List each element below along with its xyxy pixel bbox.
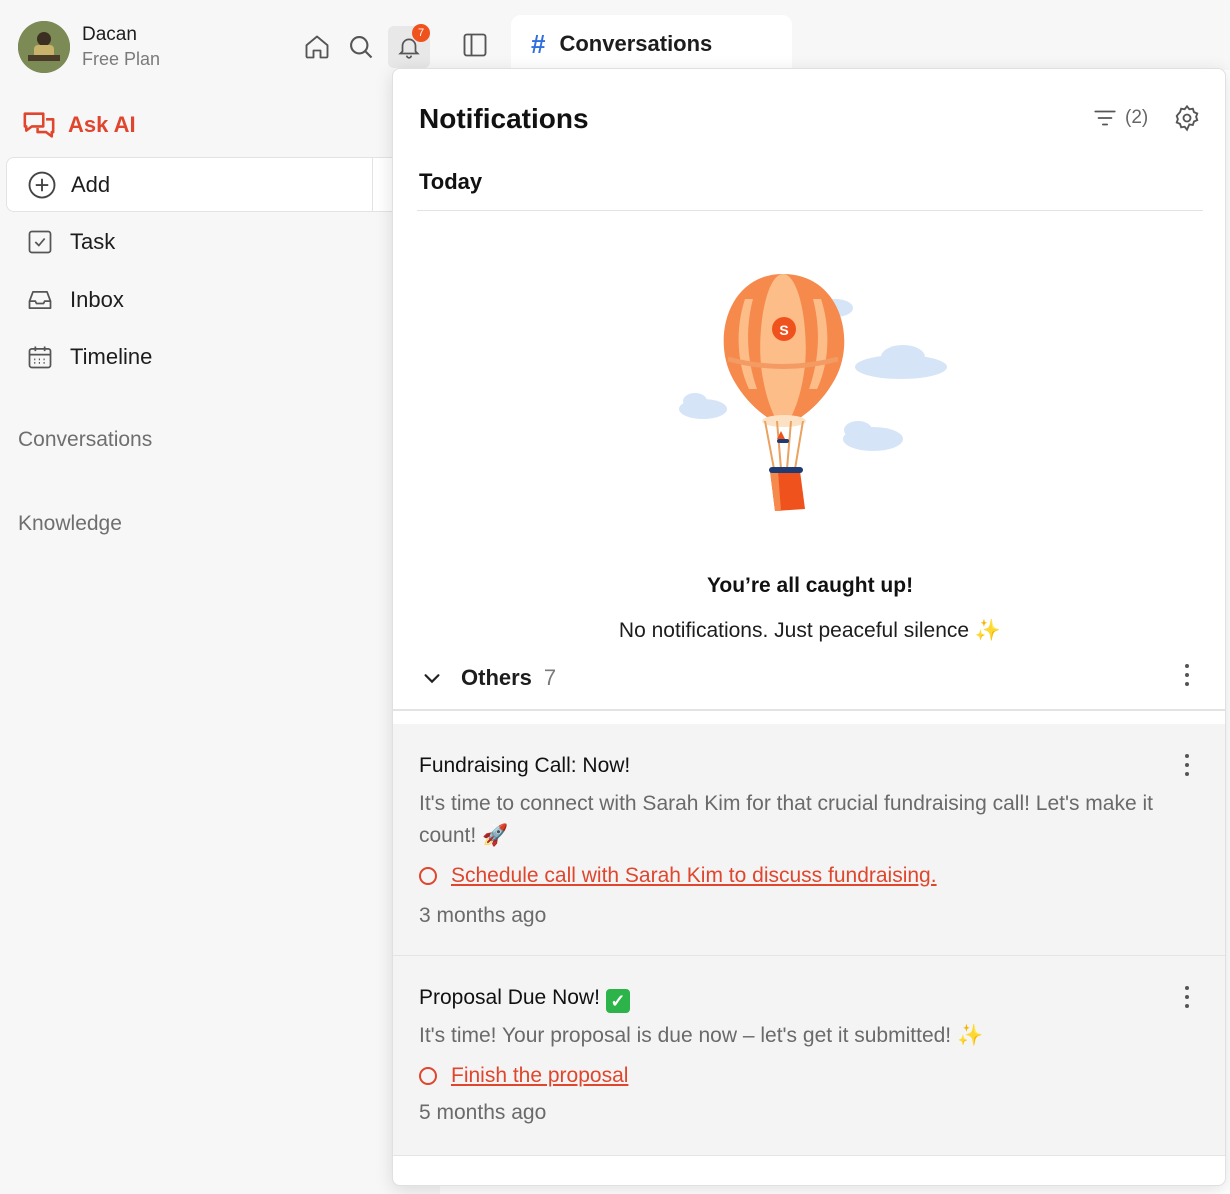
- sidebar-item-task[interactable]: Task: [26, 228, 115, 256]
- user-profile[interactable]: Dacan Free Plan: [18, 21, 160, 73]
- others-label: Others: [461, 665, 532, 690]
- card-task-link[interactable]: Finish the proposal: [419, 1064, 628, 1088]
- bell-icon[interactable]: 7: [388, 24, 430, 68]
- sidebar-item-label: Timeline: [70, 344, 153, 369]
- sidebar-item-timeline[interactable]: Timeline: [26, 343, 152, 371]
- chevron-down-icon: [424, 674, 440, 684]
- card-title: Fundraising Call: Now!: [419, 754, 631, 777]
- settings-gear-icon[interactable]: [1173, 104, 1201, 137]
- search-icon[interactable]: [344, 28, 378, 66]
- hot-air-balloon-illustration: S: [673, 269, 953, 524]
- task-link-text[interactable]: Schedule call with Sarah Kim to discuss …: [451, 864, 937, 888]
- empty-state-subtitle: No notifications. Just peaceful silence …: [618, 619, 1002, 642]
- hash-icon: #: [531, 29, 546, 59]
- section-today: Today: [419, 169, 483, 194]
- others-count: 7: [543, 665, 557, 690]
- ask-ai-button[interactable]: Ask AI: [22, 108, 136, 142]
- sidebar-item-label: Task: [70, 229, 116, 254]
- checkmark-icon: ✓: [605, 989, 630, 1013]
- inbox-icon: [28, 290, 52, 310]
- sidebar-item-inbox[interactable]: Inbox: [26, 286, 124, 314]
- add-button[interactable]: Add: [6, 157, 440, 212]
- plus-circle-icon: [28, 171, 56, 198]
- sidebar: Dacan Free Plan 7 Ask AI Add Task Inbox …: [0, 0, 440, 1194]
- sidebar-toggle-icon[interactable]: [458, 28, 492, 62]
- ask-ai-label: Ask AI: [68, 112, 136, 137]
- user-plan: Free Plan: [82, 49, 161, 69]
- add-label: Add: [71, 171, 111, 197]
- empty-state-title: You’re all caught up!: [706, 574, 914, 597]
- divider: [417, 210, 1203, 211]
- filter-icon: [1094, 110, 1116, 126]
- svg-text:S: S: [779, 322, 788, 338]
- card-title: Proposal Due Now! ✓: [419, 986, 630, 1013]
- notifications-panel: Notifications (2) Today S You’re all cau…: [392, 68, 1226, 1186]
- section-conversations[interactable]: Conversations: [18, 428, 152, 452]
- notification-card[interactable]: Fundraising Call: Now! It's time to conn…: [393, 724, 1225, 956]
- avatar: [18, 21, 70, 73]
- home-icon[interactable]: [300, 28, 334, 66]
- filter-button[interactable]: (2): [1091, 105, 1148, 131]
- task-icon: [28, 230, 52, 254]
- divider: [393, 709, 1225, 711]
- card-more-icon[interactable]: [1177, 752, 1197, 778]
- task-circle-icon: [419, 1067, 437, 1085]
- card-task-link[interactable]: Schedule call with Sarah Kim to discuss …: [419, 864, 937, 888]
- task-link-text[interactable]: Finish the proposal: [451, 1064, 628, 1088]
- notification-badge: 7: [412, 24, 430, 42]
- user-name: Dacan: [82, 24, 137, 45]
- task-circle-icon: [419, 867, 437, 885]
- tab-label: Conversations: [559, 31, 713, 56]
- section-knowledge[interactable]: Knowledge: [18, 512, 122, 536]
- sidebar-item-label: Inbox: [70, 287, 124, 312]
- card-time: 3 months ago: [419, 904, 547, 927]
- tab-conversations[interactable]: # Conversations: [511, 15, 792, 75]
- calendar-icon: [28, 346, 52, 369]
- card-time: 5 months ago: [419, 1101, 547, 1124]
- chat-icon: [23, 112, 55, 138]
- notification-card[interactable]: Proposal Due Now! ✓ It's time! Your propo…: [393, 956, 1225, 1156]
- card-more-icon[interactable]: [1177, 984, 1197, 1010]
- panel-title: Notifications: [419, 103, 589, 134]
- filter-count: (2): [1125, 107, 1149, 128]
- card-body: It's time! Your proposal is due now – le…: [419, 1024, 984, 1047]
- card-body: It's time to connect with Sarah Kim for …: [419, 792, 1153, 847]
- others-more-icon[interactable]: [1177, 662, 1197, 688]
- others-toggle[interactable]: Others 7: [421, 665, 556, 691]
